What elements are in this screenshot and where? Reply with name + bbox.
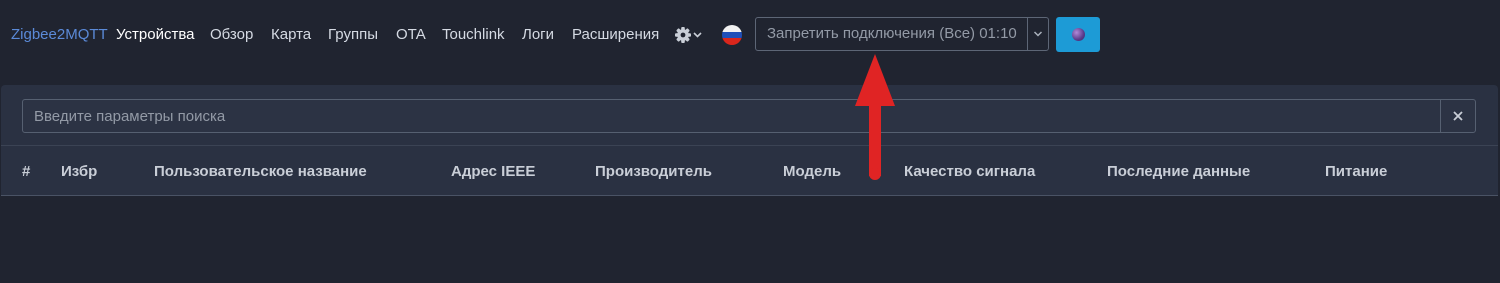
status-dot-icon <box>1071 28 1085 41</box>
column-header-model[interactable]: Модель <box>783 163 841 180</box>
permit-join-dropdown-toggle[interactable] <box>1027 18 1048 50</box>
nav-map[interactable]: Карта <box>271 26 311 43</box>
nav-groups[interactable]: Группы <box>328 26 378 43</box>
column-header-favorite[interactable]: Избр <box>61 163 97 180</box>
nav-extensions[interactable]: Расширения <box>572 26 659 43</box>
chevron-down-icon <box>693 32 702 38</box>
chevron-down-icon <box>1033 31 1043 37</box>
column-header-ieee-address[interactable]: Адрес IEEE <box>451 163 535 180</box>
column-header-power[interactable]: Питание <box>1325 163 1387 180</box>
devices-table-header: # Избр Пользовательское название Адрес I… <box>1 146 1498 196</box>
column-header-last-seen[interactable]: Последние данные <box>1107 163 1250 180</box>
nav-dashboard[interactable]: Обзор <box>210 26 253 43</box>
status-button[interactable] <box>1056 17 1100 52</box>
search-input[interactable] <box>23 100 1441 132</box>
close-icon <box>1453 111 1463 121</box>
brand-link[interactable]: Zigbee2MQTT <box>11 26 108 43</box>
column-header-lqi[interactable]: Качество сигнала <box>904 163 1035 180</box>
top-navbar: Zigbee2MQTT Устройства Обзор Карта Групп… <box>0 0 1500 70</box>
column-header-index[interactable]: # <box>22 163 30 180</box>
annotation-arrow-icon <box>855 54 895 180</box>
search-box <box>22 99 1476 133</box>
nav-touchlink[interactable]: Touchlink <box>442 26 505 43</box>
devices-panel: # Избр Пользовательское название Адрес I… <box>1 85 1498 196</box>
permit-join-button[interactable]: Запретить подключения (Все) 01:10 <box>756 18 1027 50</box>
russian-flag-icon[interactable] <box>722 25 742 45</box>
column-header-friendly-name[interactable]: Пользовательское название <box>154 163 367 180</box>
column-header-manufacturer[interactable]: Производитель <box>595 163 712 180</box>
settings-dropdown[interactable] <box>674 24 704 46</box>
gear-icon <box>675 27 702 43</box>
clear-search-button[interactable] <box>1440 100 1475 132</box>
nav-devices[interactable]: Устройства <box>116 26 194 43</box>
nav-logs[interactable]: Логи <box>522 26 554 43</box>
permit-join-control: Запретить подключения (Все) 01:10 <box>755 17 1049 51</box>
nav-ota[interactable]: OTA <box>396 26 426 43</box>
